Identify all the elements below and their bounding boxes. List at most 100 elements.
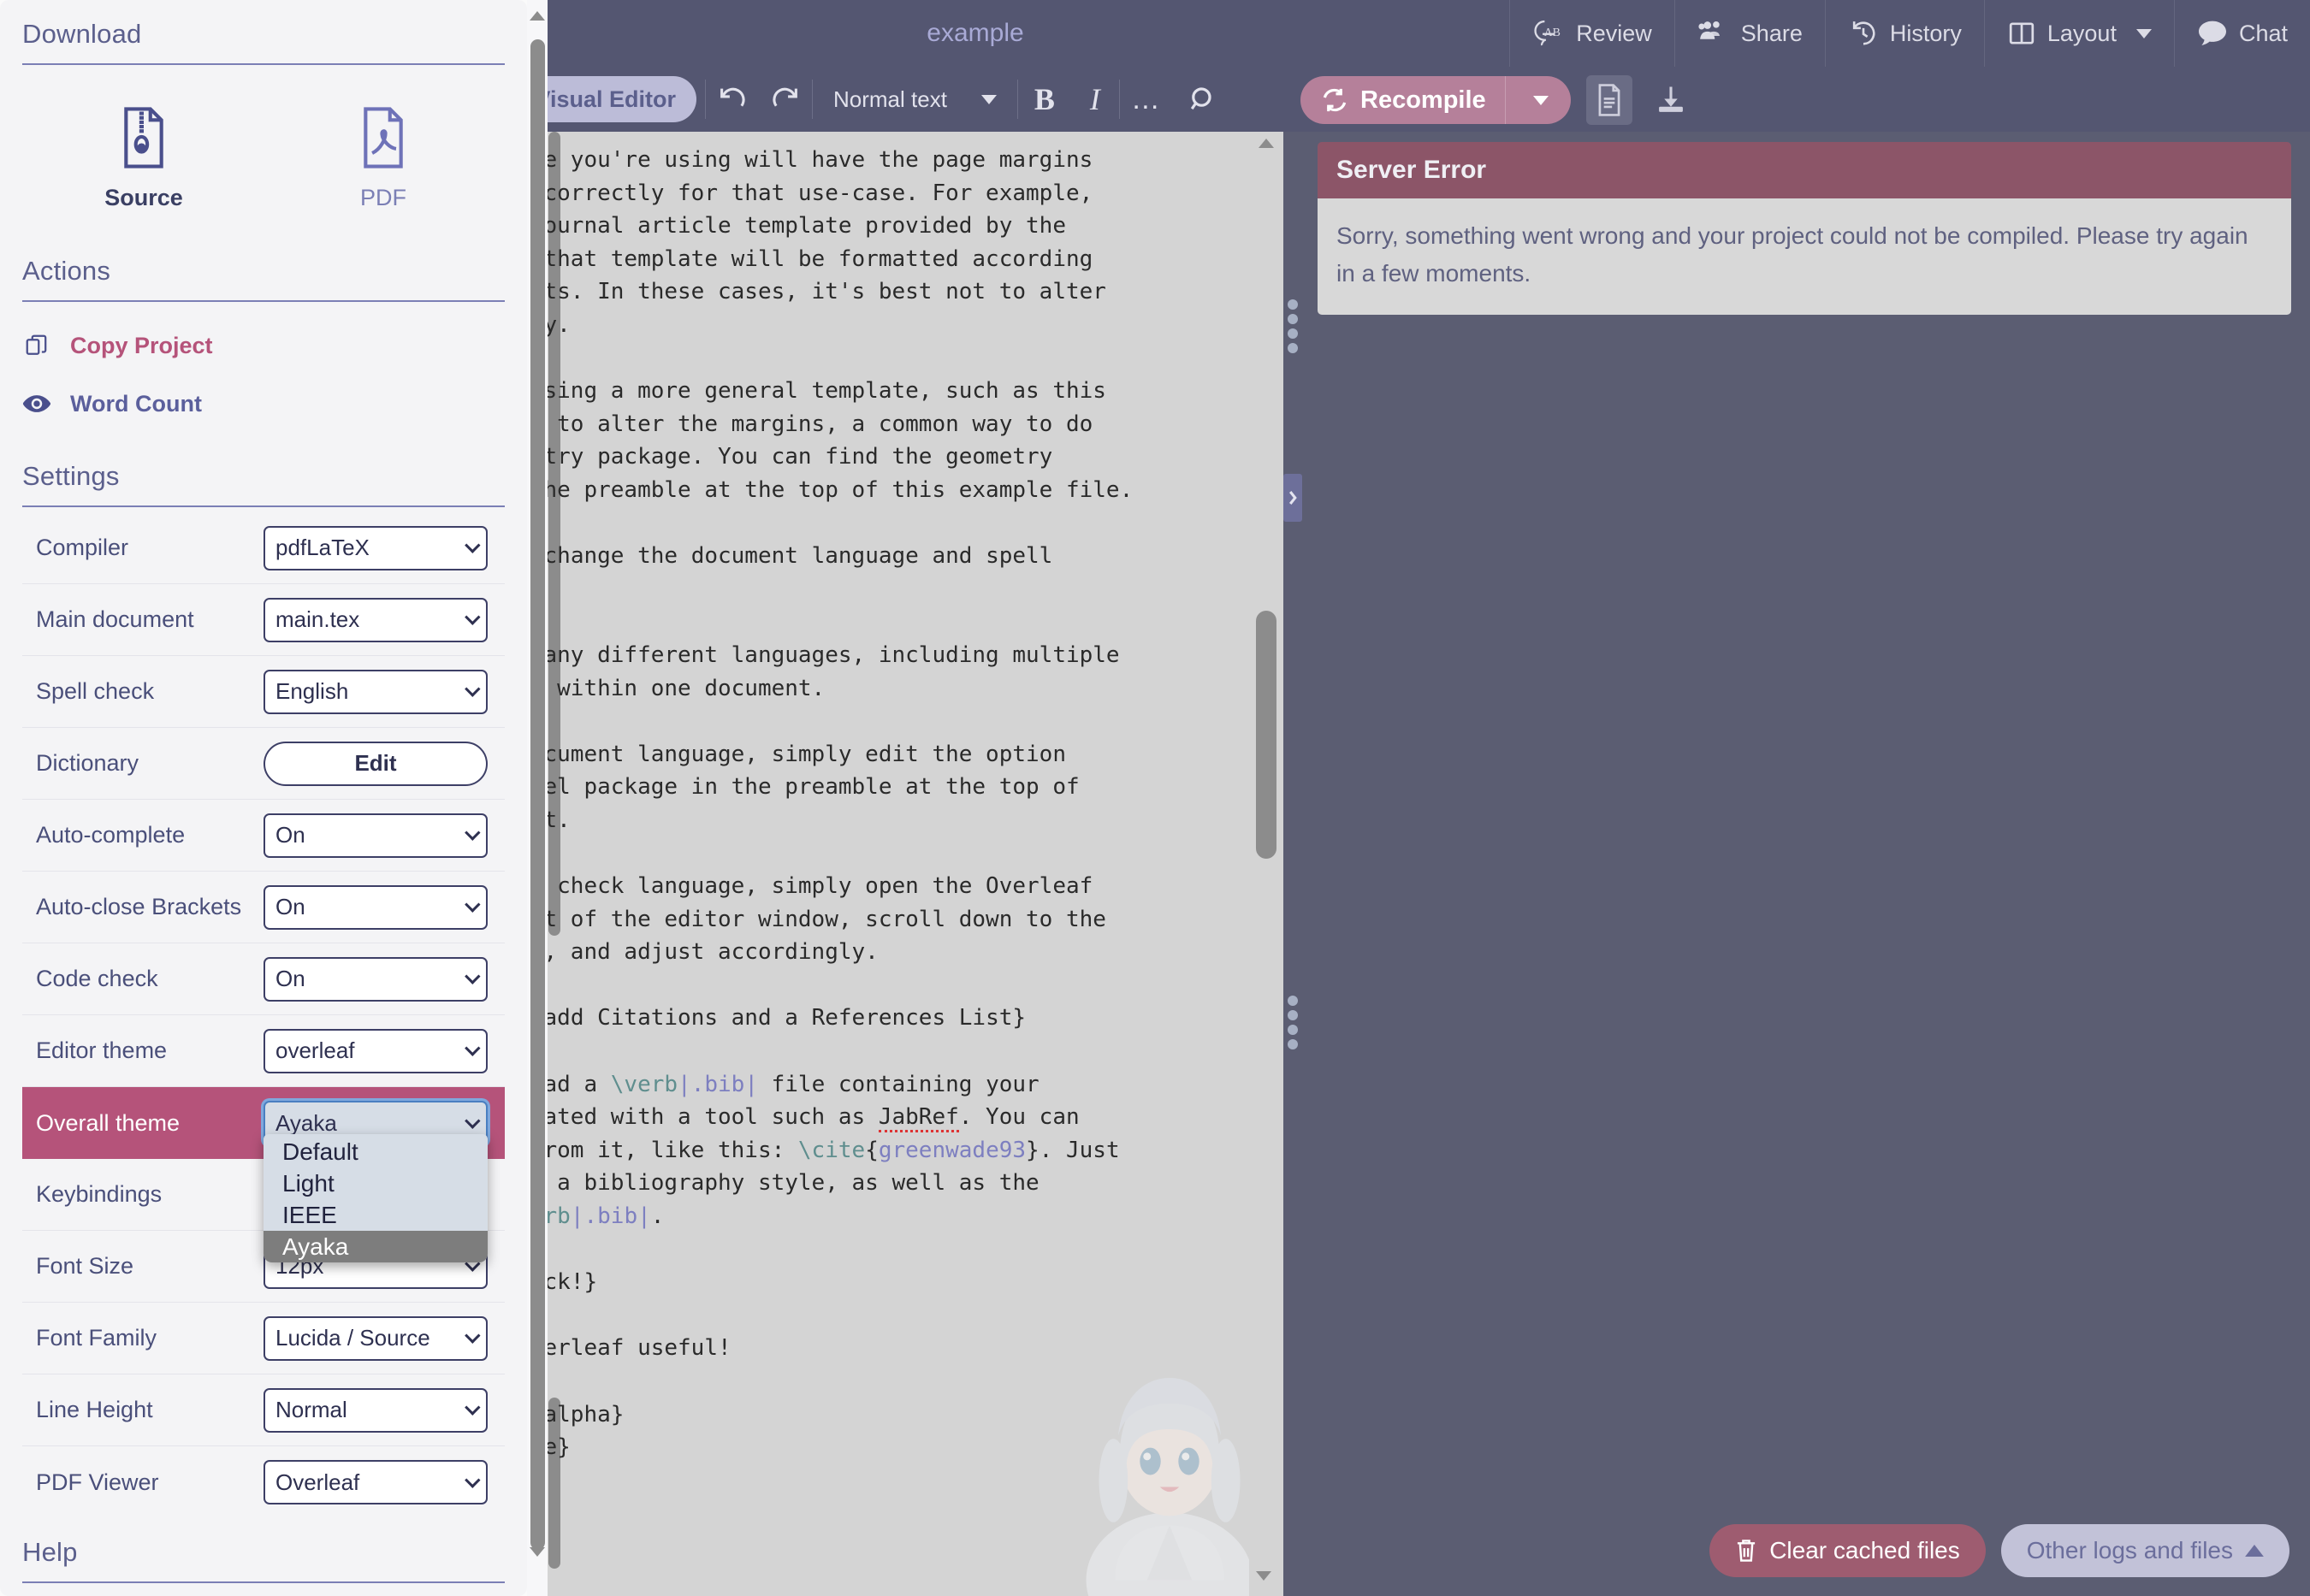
splitter-grip-bottom[interactable] (1288, 996, 1298, 1049)
clear-cached-files-button[interactable]: Clear cached files (1709, 1524, 1986, 1577)
code-editor-pane[interactable]: y the template you're using will have th… (548, 132, 1283, 1596)
code-line: via the geometry package. You can find t… (548, 444, 1053, 470)
setting-label-code-check: Code check (36, 966, 158, 991)
editor-vertical-scrollbar[interactable] (1249, 132, 1283, 1596)
italic-button[interactable]: I (1071, 67, 1119, 132)
triangle-down-icon[interactable] (1256, 1571, 1271, 1581)
splitter-grip-top[interactable] (1288, 299, 1298, 353)
word-count-button[interactable]: Word Count (22, 389, 505, 418)
editor-theme-select[interactable]: overleaf (264, 1028, 488, 1073)
code-line: check setting, and adjust accordingly. (548, 939, 879, 966)
file-tree-toggle-button[interactable] (1585, 75, 1632, 125)
search-button[interactable] (1173, 67, 1233, 132)
layout-label: Layout (2046, 20, 2117, 46)
copy-icon (22, 331, 51, 360)
theme-option-ieee[interactable]: IEEE (264, 1199, 488, 1231)
code-line: xample project. (548, 807, 571, 833)
code-line: settings} (548, 573, 1276, 606)
history-label: History (1889, 20, 1962, 46)
code-check-select[interactable]: On (264, 956, 488, 1002)
clear-cached-files-label: Clear cached files (1769, 1537, 1960, 1563)
sidebar-scroll-thumb[interactable] (530, 39, 545, 1550)
code-line: me of the \verb|.bib|. (548, 1203, 665, 1229)
text-style-select[interactable]: Normal text (813, 67, 1017, 132)
copy-project-button[interactable]: Copy Project (22, 331, 505, 360)
compiler-select[interactable]: pdfLaTeX (264, 525, 488, 570)
overall-theme-dropdown-menu[interactable]: Default Light IEEE Ayaka (264, 1134, 488, 1262)
download-source-label: Source (104, 185, 183, 210)
undo-button[interactable] (706, 67, 759, 132)
setting-label-dictionary: Dictionary (36, 750, 139, 776)
font-family-select[interactable]: Lucida / Source (264, 1315, 488, 1361)
code-line: e loaded in the preamble at the top of t… (548, 476, 1134, 503)
bold-button[interactable]: B (1018, 67, 1071, 132)
setting-label-pdf-viewer: PDF Viewer (36, 1469, 159, 1495)
users-icon (1697, 20, 1730, 47)
editor-scroll-thumb[interactable] (1256, 611, 1276, 859)
auto-complete-select[interactable]: On (264, 813, 488, 858)
other-logs-label: Other logs and files (2026, 1537, 2233, 1563)
download-pdf-button[interactable]: PDF (332, 106, 435, 211)
collapse-panel-button[interactable] (1283, 474, 1302, 522)
theme-option-light[interactable]: Light (264, 1167, 488, 1199)
setting-label-auto-close-brackets: Auto-close Brackets (36, 894, 242, 919)
code-line: ent languages within one document. (557, 675, 826, 701)
sidebar-scrollbar[interactable] (527, 0, 548, 1596)
chevron-right-icon (1288, 491, 1297, 505)
main-document-select[interactable]: main.tex (264, 597, 488, 642)
code-line: ite entries from it, like this: \cite{gr… (548, 1137, 1120, 1163)
chevron-down-icon (465, 968, 481, 984)
chevron-down-icon (465, 1040, 481, 1056)
latex-source-text[interactable]: y the template you're using will have th… (548, 132, 1276, 1596)
download-pdf-button[interactable] (1648, 75, 1694, 125)
word-count-label: Word Count (70, 390, 202, 417)
share-button[interactable]: Share (1673, 0, 1825, 67)
review-button[interactable]: AB Review (1509, 0, 1674, 67)
more-options-button[interactable]: … (1120, 67, 1173, 132)
chevron-down-icon (465, 896, 481, 913)
settings-rows: Compiler pdfLaTeX Main document main.tex… (22, 512, 505, 1518)
panel-splitter[interactable] (1283, 132, 1302, 1596)
theme-option-ayaka[interactable]: Ayaka (264, 1231, 488, 1262)
recompile-button-group[interactable]: Recompile (1300, 76, 1571, 124)
auto-close-brackets-select[interactable]: On (264, 884, 488, 930)
pdf-panel-actions: Clear cached files Other logs and files (1709, 1524, 2289, 1577)
history-clock-icon (1848, 19, 1879, 48)
line-height-select[interactable]: Normal (264, 1387, 488, 1433)
scroll-up-arrow[interactable] (527, 5, 548, 26)
top-navigation-bar: example AB Review Share History Layout C… (548, 0, 2310, 67)
setting-label-compiler: Compiler (36, 535, 129, 560)
server-error-message: Sorry, something went wrong and your pro… (1318, 198, 2291, 315)
triangle-up-icon[interactable] (1259, 139, 1274, 148)
theme-option-default[interactable]: Default (264, 1136, 488, 1167)
main-area: example AB Review Share History Layout C… (474, 0, 2310, 1596)
recompile-dropdown-button[interactable] (1506, 95, 1571, 105)
setting-row-main-document: Main document main.tex (22, 584, 505, 656)
setting-row-line-height: Line Height Normal (22, 1374, 505, 1446)
chevron-up-icon (2245, 1545, 2264, 1557)
chat-button[interactable]: Chat (2173, 0, 2310, 67)
history-button[interactable]: History (1824, 0, 1984, 67)
scroll-down-arrow[interactable] (527, 1541, 548, 1562)
search-icon (1190, 87, 1211, 110)
pdf-viewer-select[interactable]: Overleaf (264, 1460, 488, 1504)
code-line: af supports many different languages, in… (548, 641, 1120, 668)
redo-button[interactable] (759, 67, 812, 132)
code-line: ir requirements. In these cases, it's be… (548, 279, 1106, 305)
code-check-value: On (275, 966, 305, 991)
spell-check-select[interactable]: English (264, 669, 488, 714)
layout-button[interactable]: Layout (1983, 0, 2174, 67)
chevron-down-icon (465, 1399, 481, 1416)
download-source-button[interactable]: Source (92, 106, 195, 211)
dictionary-edit-button[interactable]: Edit (264, 741, 488, 786)
setting-label-overall-theme: Overall theme (36, 1109, 181, 1136)
recompile-button[interactable]: Recompile (1300, 86, 1505, 115)
code-line: n simply upload a \verb|.bib| file conta… (548, 1071, 1040, 1097)
trash-icon (1738, 1540, 1756, 1562)
other-logs-and-files-button[interactable]: Other logs and files (2000, 1524, 2289, 1577)
code-line: er to specify a bibliography style, as w… (557, 1170, 1040, 1197)
code-line: e you find Overleaf useful! (548, 1335, 732, 1362)
